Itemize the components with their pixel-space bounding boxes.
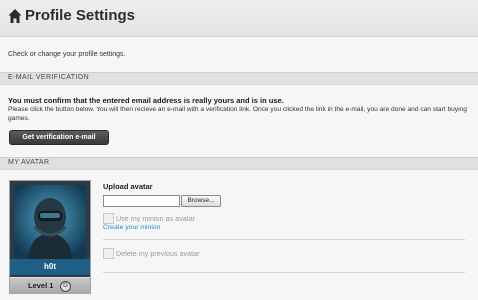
level-label: Level 1	[28, 281, 54, 290]
get-verification-email-button[interactable]: Get verification e-mail	[9, 130, 109, 145]
page-title: Profile Settings	[25, 7, 136, 24]
avatar-file-input[interactable]	[103, 195, 180, 207]
use-minion-checkbox[interactable]	[103, 213, 114, 224]
level-badge-icon: G	[60, 281, 71, 292]
page-header: Profile Settings	[0, 0, 478, 37]
upload-avatar-label: Upload avatar	[103, 182, 153, 191]
avatar-section-header: MY AVATAR	[0, 157, 478, 170]
avatar	[14, 185, 86, 259]
level-bar: Level 1 G	[10, 277, 90, 294]
avatar-username: h0t	[10, 259, 90, 275]
email-description: Please click the button below. You will …	[8, 106, 467, 122]
section-label: MY AVATAR	[8, 159, 50, 166]
divider	[103, 239, 465, 240]
use-minion-label: Use my minion as avatar	[116, 214, 196, 223]
avatar-card: h0t Level 1 G	[9, 180, 91, 294]
home-icon[interactable]	[8, 8, 22, 24]
create-minion-link[interactable]: Create your minion	[103, 224, 160, 231]
email-warning-heading: You must confirm that the entered email …	[8, 96, 284, 105]
email-verification-section-header: E-MAIL VERIFICATION	[0, 72, 478, 85]
browse-button[interactable]: Browse...	[181, 195, 221, 207]
divider	[103, 272, 465, 273]
delete-avatar-checkbox[interactable]	[103, 248, 114, 259]
intro-text: Check or change your profile settings.	[8, 51, 126, 58]
section-label: E-MAIL VERIFICATION	[8, 74, 90, 81]
delete-avatar-label: Delete my previous avatar	[116, 249, 200, 258]
